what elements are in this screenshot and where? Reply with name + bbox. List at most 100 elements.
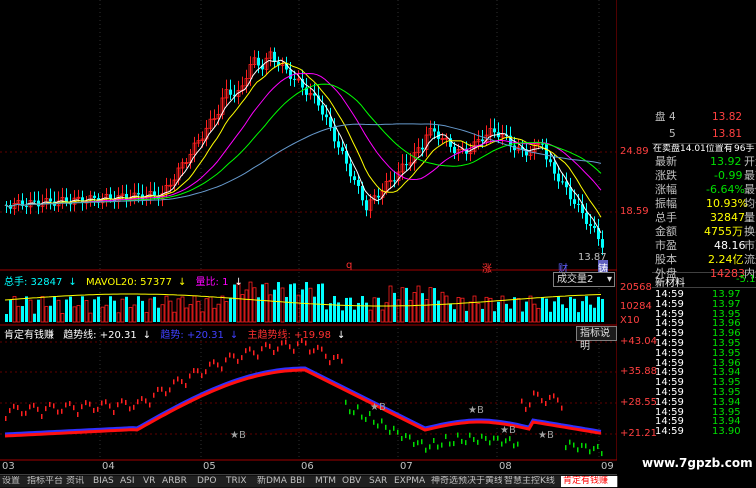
bid-row[interactable]: 5 13.81 xyxy=(652,127,756,141)
tab-magic-select[interactable]: 神奇选预决于黄线 xyxy=(429,476,504,487)
indicator-bar xyxy=(133,404,135,410)
tab-mtm[interactable]: MTM xyxy=(313,476,342,487)
tab-dpo[interactable]: DPO xyxy=(195,476,226,487)
indicator-bar xyxy=(505,438,507,444)
candle-body xyxy=(273,51,276,62)
volume-bar xyxy=(400,287,405,323)
volume-bar xyxy=(536,307,541,323)
chart-area[interactable]: 24.89 18.59 13.87 q 涨 财 铸 总手: 32847 ↓ MAV… xyxy=(0,0,657,465)
volume-bar xyxy=(396,299,401,323)
volume-bar xyxy=(525,301,528,322)
candle-body xyxy=(541,143,544,145)
indicator-bar xyxy=(409,434,411,440)
volume-bar xyxy=(569,296,572,322)
volume-bar xyxy=(405,287,408,322)
event-marker[interactable]: 涨 xyxy=(482,260,492,275)
indicator-bar xyxy=(321,346,323,352)
volume-bar xyxy=(557,296,560,322)
indicator-bar xyxy=(229,352,231,358)
indicator-bar xyxy=(145,398,147,404)
tab-expma[interactable]: EXPMA xyxy=(392,476,431,487)
volume-bar xyxy=(456,297,461,323)
tab-arbr[interactable]: ARBR xyxy=(160,476,197,487)
candle-body xyxy=(481,139,484,142)
tab-bbi[interactable]: BBI xyxy=(288,476,315,487)
indicator-bar xyxy=(381,418,383,424)
indicator-trend-label: 趋势线: +20.31 xyxy=(63,330,137,341)
down-arrow-icon: ↓ xyxy=(68,277,77,288)
tab-asi[interactable]: ASI xyxy=(118,476,143,487)
volume-bar xyxy=(204,298,209,323)
volume-bar xyxy=(208,296,213,323)
volume-bar xyxy=(12,296,17,323)
indicator-bar xyxy=(393,425,395,431)
indicator-bar xyxy=(201,373,203,379)
indicator-bar xyxy=(473,437,475,443)
indicator-bar xyxy=(177,376,179,382)
tab-trix[interactable]: TRIX xyxy=(224,476,257,487)
candle-body xyxy=(333,126,336,142)
tab-sar[interactable]: SAR xyxy=(367,476,394,487)
down-arrow-icon: ↓ xyxy=(234,277,243,288)
event-marker[interactable]: q xyxy=(346,260,352,271)
indicator-explain-button[interactable]: 指标说明 xyxy=(576,326,617,352)
kline-chart[interactable] xyxy=(0,0,617,465)
volume-bar xyxy=(268,294,273,323)
volume-indicator-select[interactable]: 成交量2 ▾ xyxy=(553,272,615,287)
volume-bar xyxy=(56,299,61,323)
candle-body xyxy=(493,128,496,133)
volume-total-label: 总手: 32847 xyxy=(4,277,63,288)
tick-list[interactable]: 14:59 13.97 14:59 13.97 14:59 13.95 14:59 13.96… xyxy=(652,290,756,440)
panel-header-label: 盘 xyxy=(655,111,666,123)
indicator-bar xyxy=(461,438,463,444)
buy-signal-star: ★B xyxy=(538,430,554,441)
volume-bar xyxy=(220,295,225,323)
sector-row[interactable]: 新材料 -5.16 xyxy=(652,274,756,289)
volume-bar xyxy=(305,282,308,322)
indicator-bar xyxy=(109,403,111,409)
volume-bar xyxy=(72,306,77,323)
tick-time: 14:59 xyxy=(655,426,684,438)
volume-bar xyxy=(88,312,93,323)
volume-bar xyxy=(553,301,556,322)
volume-bar xyxy=(581,301,584,322)
indicator-bar xyxy=(57,409,59,415)
tab-smart-kline[interactable]: 智慧主控K线 xyxy=(502,476,563,487)
volume-header: 总手: 32847 ↓ MAVOL20: 57377 ↓ 量比: 1 ↓ xyxy=(4,273,249,288)
volume-bar xyxy=(313,296,316,322)
volume-bar xyxy=(229,297,232,322)
bid-row[interactable]: 盘 4 13.82 xyxy=(652,110,756,124)
volume-bar xyxy=(168,300,173,323)
indicator-bar xyxy=(445,434,447,440)
tab-bias[interactable]: BIAS xyxy=(91,476,120,487)
tab-settings[interactable]: 设置 xyxy=(0,476,27,487)
indicator-bar xyxy=(357,404,359,410)
indicator-bar xyxy=(97,406,99,412)
indicator-bar xyxy=(289,344,291,350)
tab-news[interactable]: 资讯 xyxy=(64,476,93,487)
indicator-bar xyxy=(233,353,235,359)
candle-body xyxy=(349,163,352,177)
tab-kending-youqianzhuan[interactable]: 肯定有钱赚 xyxy=(561,476,618,487)
volume-bar xyxy=(216,303,221,323)
quote-row: 涨跌-0.99最高 xyxy=(655,169,756,182)
tab-vr[interactable]: VR xyxy=(141,476,162,487)
indicator-bar xyxy=(297,341,299,347)
tab-obv[interactable]: OBV xyxy=(340,476,369,487)
candle-body xyxy=(549,159,552,163)
date-axis: 03 04 05 06 07 08 09 xyxy=(0,461,617,473)
indicator-bar xyxy=(81,404,83,410)
tab-new-dma[interactable]: 新DMA xyxy=(255,476,290,487)
volume-bar xyxy=(164,295,169,323)
down-arrow-icon: ↓ xyxy=(177,277,187,288)
indicator-bar xyxy=(65,402,67,408)
indicator-bar xyxy=(149,402,151,408)
down-arrow-icon: ↓ xyxy=(142,330,152,341)
volume-bar xyxy=(361,296,364,322)
volume-bar xyxy=(416,285,421,323)
indicator-bar xyxy=(305,340,307,346)
tab-indicator-platform[interactable]: 指标平台 xyxy=(25,476,66,487)
volume-bar xyxy=(153,296,156,322)
volume-bar xyxy=(120,298,125,323)
indicator-bar xyxy=(517,441,519,447)
